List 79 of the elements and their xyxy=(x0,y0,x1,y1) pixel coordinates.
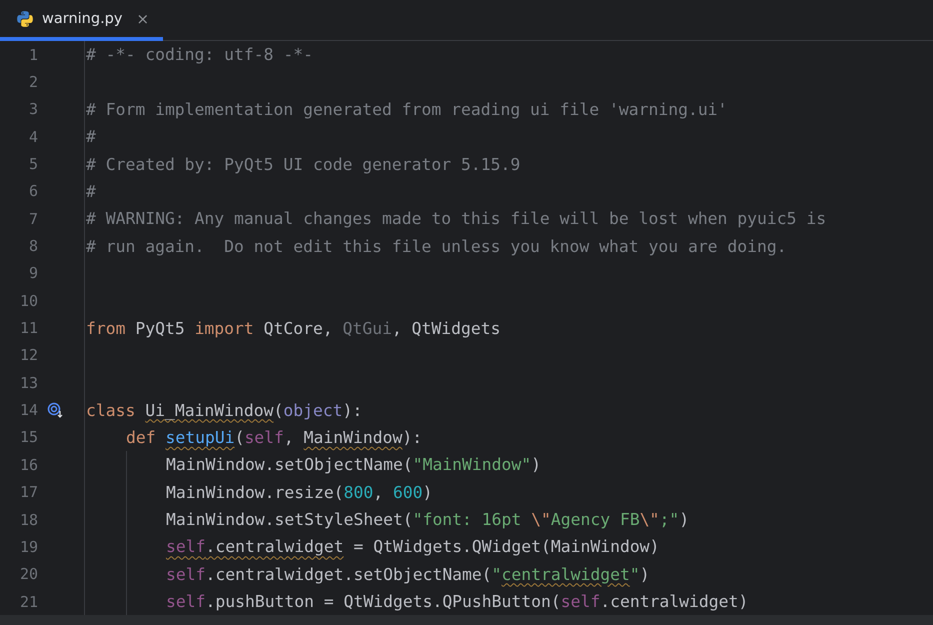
code-token: , xyxy=(284,428,295,447)
code-token: QtCore, xyxy=(262,318,334,338)
line-number: 3 xyxy=(28,100,38,118)
line-number: 13 xyxy=(18,374,38,392)
code-token: # xyxy=(86,182,96,201)
code-token: Agency FB xyxy=(550,510,640,530)
line-number: 7 xyxy=(28,210,38,228)
line-number: 21 xyxy=(18,592,38,611)
line-number: 10 xyxy=(18,292,38,310)
code-token: Ui_MainWindow xyxy=(145,400,274,420)
line-number: 2 xyxy=(28,73,38,92)
code-token: def xyxy=(126,428,157,447)
code-token: " xyxy=(492,564,502,584)
code-token: .pushButton = QtWidgets.QPushButton( xyxy=(205,592,561,612)
code-token: ) xyxy=(531,455,541,474)
file-tab[interactable]: warning.py × xyxy=(0,0,164,41)
target-arrow-icon[interactable] xyxy=(46,402,64,418)
code-token: = QtWidgets.QWidget(MainWindow) xyxy=(352,537,660,556)
code-token: setupUi xyxy=(165,428,235,447)
code-token: PyQt5 xyxy=(134,318,186,338)
code-token: 800 xyxy=(344,482,374,502)
line-number: 14 xyxy=(18,401,38,420)
code-token: import xyxy=(194,318,254,338)
code-token: from xyxy=(86,318,126,338)
code-token: self xyxy=(244,428,284,447)
code-token: ) xyxy=(679,510,690,530)
line-number: 9 xyxy=(28,264,38,282)
code-token: # Form implementation generated from reading ui file 'warning.ui' xyxy=(86,100,728,119)
code-token: self xyxy=(166,592,206,612)
code-token: \" xyxy=(531,510,551,530)
line-number: 1 xyxy=(28,46,38,64)
line-number: 16 xyxy=(18,456,38,474)
code-token: , QtWidgets xyxy=(392,318,500,338)
line-number: 17 xyxy=(18,483,38,502)
code-token: ) xyxy=(640,564,650,584)
line-number: 4 xyxy=(28,128,38,146)
code-token: ( xyxy=(274,400,284,420)
code-token: .centralwidget) xyxy=(600,592,748,612)
code-token: ( xyxy=(234,428,244,447)
code-token: .centralwidget.setObjectName( xyxy=(205,564,492,584)
code-token: # Created by: PyQt5 UI code generator 5.15.9 xyxy=(86,154,520,174)
line-number: 15 xyxy=(18,428,38,446)
code-token: # -*- coding: utf-8 -*- xyxy=(86,45,313,64)
horizontal-scrollbar-track[interactable] xyxy=(0,615,933,625)
code-token: MainWindow.setObjectName( xyxy=(166,455,413,474)
code-token: class xyxy=(86,400,136,420)
code-token: ): xyxy=(342,400,362,420)
code-token: MainWindow.resize( xyxy=(166,482,344,502)
close-icon[interactable]: × xyxy=(136,10,150,28)
line-number: 20 xyxy=(18,565,38,584)
code-token: \" xyxy=(640,510,660,530)
code-token: ): xyxy=(402,428,422,447)
line-number: 11 xyxy=(18,319,38,338)
code-token: centralwidget xyxy=(502,564,630,584)
python-logo-icon xyxy=(16,10,34,28)
code-token: QtGui xyxy=(342,318,392,338)
code-token: # run again. Do not edit this file unless you know what you are doing. xyxy=(86,236,787,256)
code-token: self xyxy=(560,592,600,612)
code-token: MainWindow xyxy=(304,428,402,447)
code-token: object xyxy=(283,400,343,420)
code-token: self xyxy=(166,564,206,584)
code-token: # WARNING: Any manual changes made to this file will be lost when pyuic5 is xyxy=(86,209,826,228)
line-number: 12 xyxy=(18,346,38,364)
code-token: 600 xyxy=(392,482,423,502)
code-token: self xyxy=(166,537,206,556)
code-token: ;" xyxy=(659,510,680,530)
line-number: 19 xyxy=(18,538,38,556)
code-token: "font: 16pt xyxy=(412,510,522,530)
code-token: , xyxy=(373,482,384,502)
line-number: 18 xyxy=(18,510,38,529)
code-token: "MainWindow" xyxy=(412,455,532,474)
code-token: # xyxy=(86,127,96,146)
line-number: 8 xyxy=(28,237,38,256)
code-token: MainWindow.setStyleSheet( xyxy=(166,510,413,530)
line-number: 5 xyxy=(28,155,38,174)
line-number: 6 xyxy=(28,182,38,200)
code-token: " xyxy=(630,564,640,584)
code-token: ) xyxy=(422,482,432,502)
code-token: .centralwidget xyxy=(205,537,344,556)
